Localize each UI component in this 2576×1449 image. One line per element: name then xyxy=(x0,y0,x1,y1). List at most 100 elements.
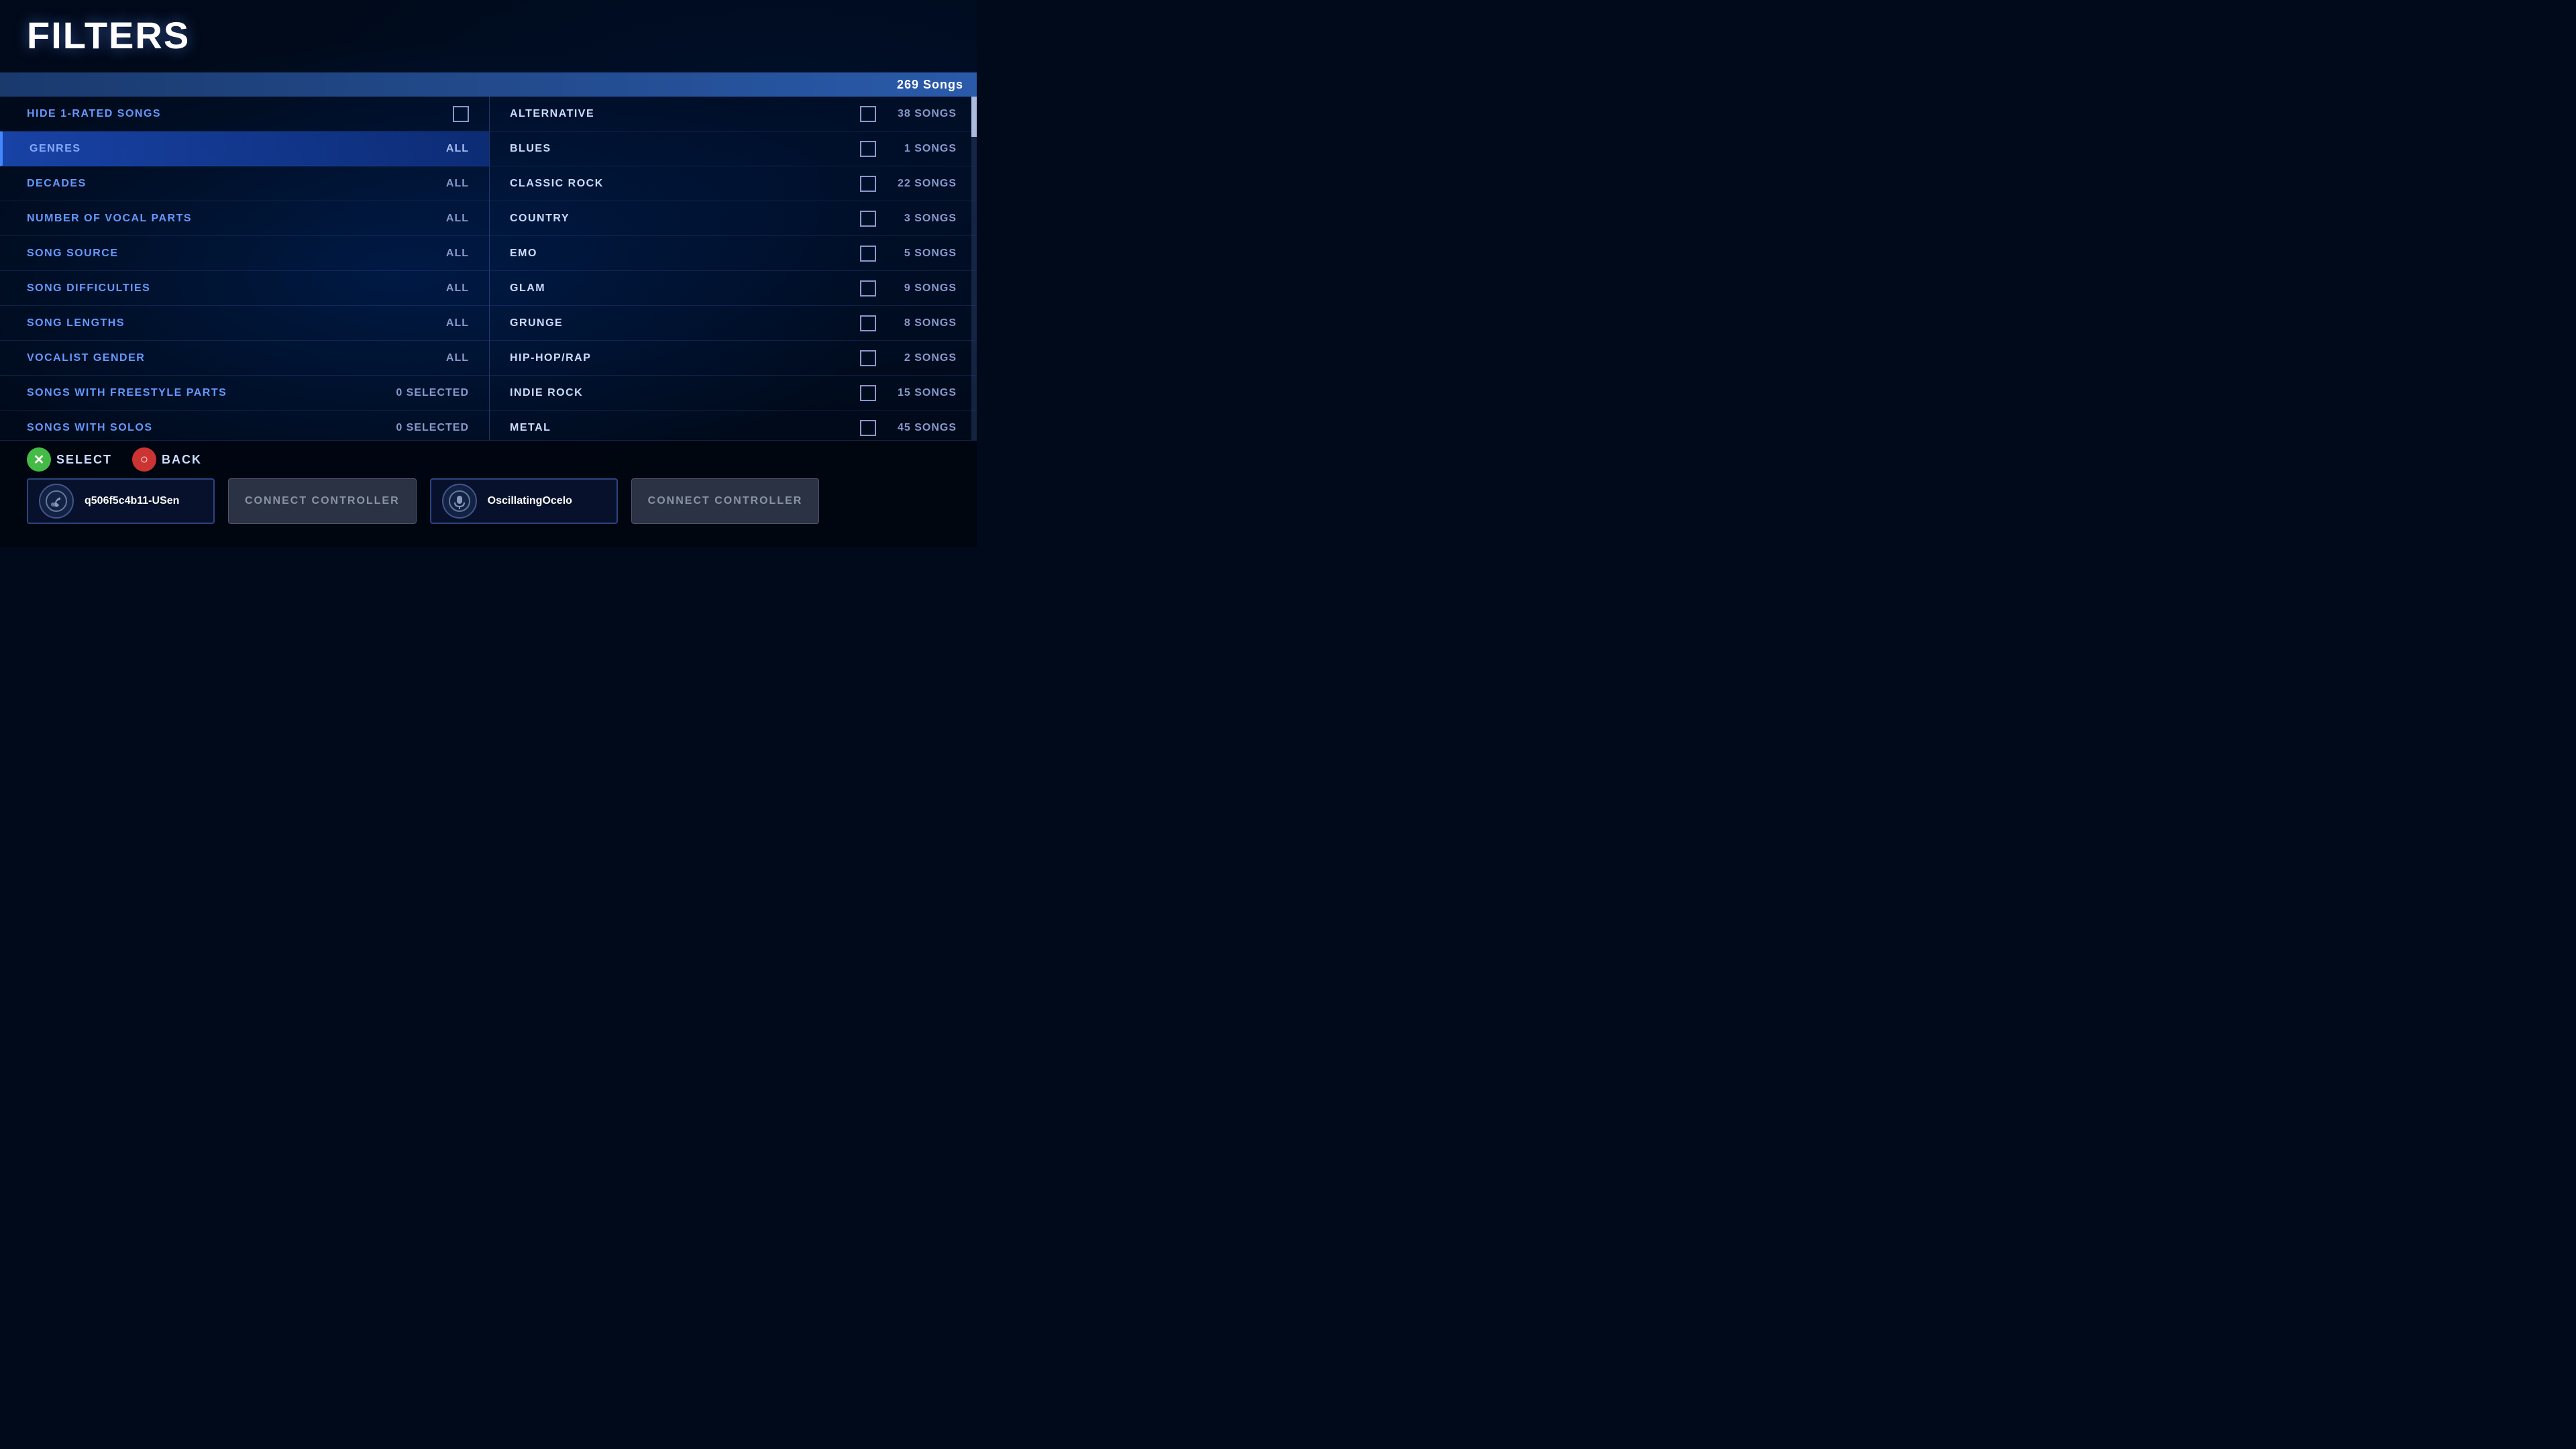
genre-count-glam: 9 SONGS xyxy=(890,282,957,294)
genre-name-metal: METAL xyxy=(510,422,551,434)
filter-row-song-difficulties[interactable]: SONG DIFFICULTIES ALL xyxy=(0,271,489,306)
genre-checkbox-metal[interactable] xyxy=(860,420,876,436)
genre-checkbox-alternative[interactable] xyxy=(860,106,876,122)
microphone-icon xyxy=(449,490,470,512)
filter-value-freestyle-parts: 0 SELECTED xyxy=(396,387,469,399)
filter-label-solos: SONGS WITH SOLOS xyxy=(27,422,153,434)
player1-icon xyxy=(39,484,74,519)
scrollbar-thumb[interactable] xyxy=(971,97,977,137)
genre-right-emo: 5 SONGS xyxy=(860,246,957,262)
genre-row-blues[interactable]: BLUES 1 SONGS xyxy=(490,131,977,166)
genre-right-hiphop: 2 SONGS xyxy=(860,350,957,366)
bottom-bar: ✕ SELECT ○ BACK q506f5c4b11-USen xyxy=(0,440,977,547)
genre-row-hiphop[interactable]: HIP-HOP/RAP 2 SONGS xyxy=(490,341,977,376)
genre-checkbox-hiphop[interactable] xyxy=(860,350,876,366)
genre-count-metal: 45 SONGS xyxy=(890,422,957,434)
filter-value-song-source: ALL xyxy=(446,248,469,260)
genre-count-emo: 5 SONGS xyxy=(890,248,957,260)
genre-row-indie-rock[interactable]: INDIE ROCK 15 SONGS xyxy=(490,376,977,411)
genre-count-blues: 1 SONGS xyxy=(890,143,957,155)
filter-row-decades[interactable]: DECADES ALL xyxy=(0,166,489,201)
player1-connect-button[interactable]: CONNECT CONTROLLER xyxy=(228,478,417,524)
genre-checkbox-grunge[interactable] xyxy=(860,315,876,331)
player2-icon xyxy=(442,484,477,519)
filter-row-freestyle-parts[interactable]: SONGS WITH FREESTYLE PARTS 0 SELECTED xyxy=(0,376,489,411)
genre-row-grunge[interactable]: GRUNGE 8 SONGS xyxy=(490,306,977,341)
filter-row-vocalist-gender[interactable]: VOCALIST GENDER ALL xyxy=(0,341,489,376)
genre-right-indie-rock: 15 SONGS xyxy=(860,385,957,401)
genre-checkbox-classic-rock[interactable] xyxy=(860,176,876,192)
genre-checkbox-indie-rock[interactable] xyxy=(860,385,876,401)
player2-card: OscillatingOcelo xyxy=(430,478,618,524)
genre-checkbox-emo[interactable] xyxy=(860,246,876,262)
red-circle-icon: ○ xyxy=(132,447,156,472)
main-content: HIDE 1-RATED SONGS GENRES ALL DECADES AL… xyxy=(0,97,977,440)
scrollbar[interactable] xyxy=(971,97,977,440)
select-control: ✕ SELECT xyxy=(27,447,112,472)
genre-count-indie-rock: 15 SONGS xyxy=(890,387,957,399)
genre-row-classic-rock[interactable]: CLASSIC ROCK 22 SONGS xyxy=(490,166,977,201)
genre-name-classic-rock: CLASSIC ROCK xyxy=(510,178,604,190)
green-circle-icon: ✕ xyxy=(27,447,51,472)
filter-value-vocalist-gender: ALL xyxy=(446,352,469,364)
genre-name-grunge: GRUNGE xyxy=(510,317,563,329)
genre-right-glam: 9 SONGS xyxy=(860,280,957,297)
genre-name-country: COUNTRY xyxy=(510,213,570,225)
filter-value-vocal-parts: ALL xyxy=(446,213,469,225)
filter-row-solos[interactable]: SONGS WITH SOLOS 0 SELECTED xyxy=(0,411,489,440)
filter-label-song-difficulties: SONG DIFFICULTIES xyxy=(27,282,150,294)
filter-row-song-lengths[interactable]: SONG LENGTHS ALL xyxy=(0,306,489,341)
genre-name-alternative: ALTERNATIVE xyxy=(510,108,594,120)
filter-row-hide-rated[interactable]: HIDE 1-RATED SONGS xyxy=(0,97,489,131)
left-panel: HIDE 1-RATED SONGS GENRES ALL DECADES AL… xyxy=(0,97,490,440)
player2-connect-button[interactable]: CONNECT CONTROLLER xyxy=(631,478,820,524)
controls-row: ✕ SELECT ○ BACK xyxy=(27,447,950,472)
filter-label-decades: DECADES xyxy=(27,178,87,190)
genre-right-classic-rock: 22 SONGS xyxy=(860,176,957,192)
hide-rated-checkbox[interactable] xyxy=(453,106,469,122)
genre-checkbox-blues[interactable] xyxy=(860,141,876,157)
genre-count-classic-rock: 22 SONGS xyxy=(890,178,957,190)
circle-icon: ○ xyxy=(140,452,148,468)
filter-value-song-difficulties: ALL xyxy=(446,282,469,294)
genre-right-blues: 1 SONGS xyxy=(860,141,957,157)
right-panel: ALTERNATIVE 38 SONGS BLUES 1 SONGS CLASS… xyxy=(490,97,977,440)
filter-value-song-lengths: ALL xyxy=(446,317,469,329)
filter-value-genres: ALL xyxy=(446,143,469,155)
genre-name-hiphop: HIP-HOP/RAP xyxy=(510,352,591,364)
genre-name-blues: BLUES xyxy=(510,143,551,155)
genre-name-indie-rock: INDIE ROCK xyxy=(510,387,583,399)
genre-right-country: 3 SONGS xyxy=(860,211,957,227)
player1-connect-label: CONNECT CONTROLLER xyxy=(245,495,400,507)
filter-row-vocal-parts[interactable]: NUMBER OF VOCAL PARTS ALL xyxy=(0,201,489,236)
genre-checkbox-country[interactable] xyxy=(860,211,876,227)
genre-right-alternative: 38 SONGS xyxy=(860,106,957,122)
genre-row-glam[interactable]: GLAM 9 SONGS xyxy=(490,271,977,306)
filter-label-song-source: SONG SOURCE xyxy=(27,248,119,260)
song-count-bar: 269 Songs xyxy=(0,72,977,97)
player2-connect-label: CONNECT CONTROLLER xyxy=(648,495,803,507)
genre-row-alternative[interactable]: ALTERNATIVE 38 SONGS xyxy=(490,97,977,131)
genre-row-country[interactable]: COUNTRY 3 SONGS xyxy=(490,201,977,236)
filter-label-vocal-parts: NUMBER OF VOCAL PARTS xyxy=(27,213,192,225)
genre-checkbox-glam[interactable] xyxy=(860,280,876,297)
filter-row-song-source[interactable]: SONG SOURCE ALL xyxy=(0,236,489,271)
guitar-icon xyxy=(46,490,67,512)
filter-row-genres[interactable]: GENRES ALL xyxy=(0,131,489,166)
genre-count-hiphop: 2 SONGS xyxy=(890,352,957,364)
filter-label-hide-rated: HIDE 1-RATED SONGS xyxy=(27,108,161,120)
genre-row-metal[interactable]: METAL 45 SONGS xyxy=(490,411,977,440)
genre-count-alternative: 38 SONGS xyxy=(890,108,957,120)
filter-label-freestyle-parts: SONGS WITH FREESTYLE PARTS xyxy=(27,387,227,399)
filter-value-solos: 0 SELECTED xyxy=(396,422,469,434)
genre-name-emo: EMO xyxy=(510,248,537,260)
back-label: BACK xyxy=(162,453,202,467)
page-title: FILTERS xyxy=(27,13,190,57)
song-count-text: 269 Songs xyxy=(897,78,963,92)
genre-row-emo[interactable]: EMO 5 SONGS xyxy=(490,236,977,271)
players-row: q506f5c4b11-USen CONNECT CONTROLLER Osci… xyxy=(27,478,950,524)
back-control: ○ BACK xyxy=(132,447,202,472)
genre-right-metal: 45 SONGS xyxy=(860,420,957,436)
genre-count-grunge: 8 SONGS xyxy=(890,317,957,329)
filter-value-decades: ALL xyxy=(446,178,469,190)
